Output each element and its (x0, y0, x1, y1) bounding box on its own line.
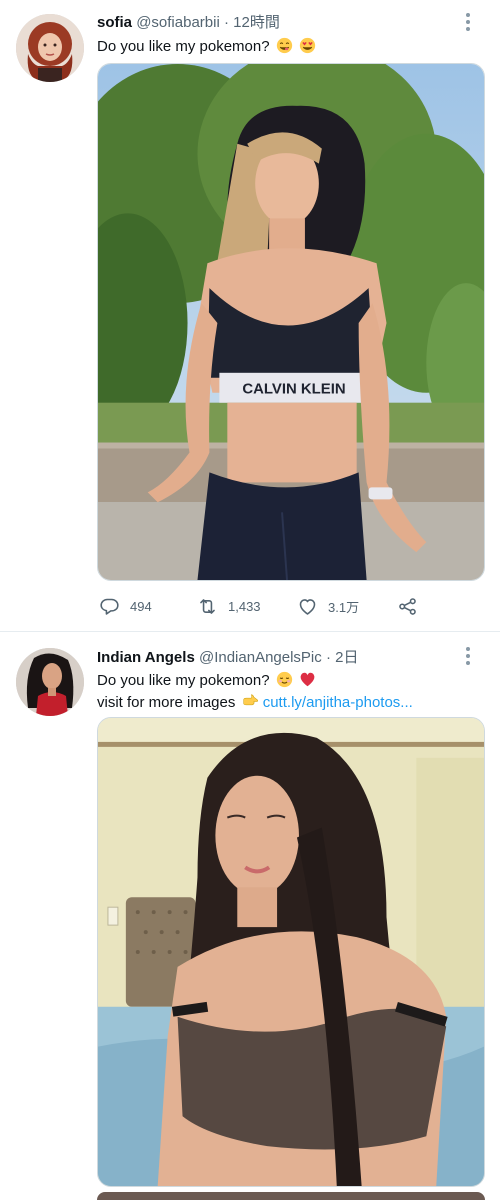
pointing-right-emoji (242, 694, 258, 706)
like-count: 3.1万 (328, 599, 360, 615)
separator: · (325, 649, 331, 666)
external-link[interactable]: cutt.ly/anjitha-photos... (263, 694, 413, 711)
reply-button[interactable]: 494 (99, 592, 152, 620)
timestamp[interactable]: 2日 (335, 649, 358, 666)
more-icon[interactable] (458, 12, 478, 34)
tweet-text: visit for more images cutt.ly/anjitha-ph… (97, 692, 484, 713)
tweet[interactable]: Indian Angels @IndianAngelsPic · 2日 Do y… (0, 632, 500, 1200)
tweet-text: Do you like my pokemon? (97, 36, 484, 57)
tweet[interactable]: sofia @sofiabarbii · 12時間 Do you like my… (0, 0, 500, 632)
avatar[interactable] (16, 14, 84, 82)
retweet-icon (200, 598, 215, 614)
yum-face-emoji (276, 37, 292, 54)
avatar-image (16, 14, 84, 82)
share-icon (399, 597, 416, 615)
tweet-header: Indian Angels @IndianAngelsPic · 2日 (97, 648, 456, 670)
avatar[interactable] (16, 648, 84, 716)
tweet-text-line: visit for more images (97, 694, 236, 711)
user-handle[interactable]: @sofiabarbii (136, 14, 220, 31)
separator: · (223, 14, 229, 31)
tweet-header: sofia @sofiabarbii · 12時間 (97, 13, 456, 35)
tweet-text-line: Do you like my pokemon? (97, 38, 270, 55)
heart-icon (299, 598, 316, 615)
like-button[interactable]: 3.1万 (297, 592, 359, 620)
reply-count: 494 (130, 598, 152, 614)
tweet-photo[interactable] (97, 717, 485, 1187)
timestamp[interactable]: 12時間 (233, 14, 280, 31)
reply-icon (100, 598, 119, 615)
red-heart-emoji (300, 672, 315, 687)
photo-image (98, 718, 484, 1186)
next-tweet-photo-edge (97, 1192, 485, 1200)
heart-eyes-emoji (299, 37, 316, 54)
tweet-text-line: Do you like my pokemon? (97, 672, 270, 689)
retweet-count: 1,433 (228, 598, 261, 614)
share-button[interactable] (397, 592, 428, 620)
smiling-face-emoji (276, 671, 292, 688)
tweet-text: Do you like my pokemon? (97, 670, 484, 691)
display-name[interactable]: sofia (97, 14, 132, 31)
tweet-photo[interactable]: CALVIN KLEIN (97, 63, 485, 581)
photo-image: CALVIN KLEIN (98, 64, 484, 580)
tweet-actions: 494 1,433 3.1万 (97, 592, 485, 620)
retweet-button[interactable]: 1,433 (197, 592, 261, 620)
shirt-text: CALVIN KLEIN (242, 381, 345, 398)
user-handle[interactable]: @IndianAngelsPic (199, 649, 322, 666)
display-name[interactable]: Indian Angels (97, 649, 195, 666)
more-icon[interactable] (458, 646, 478, 668)
avatar-image (16, 648, 84, 716)
